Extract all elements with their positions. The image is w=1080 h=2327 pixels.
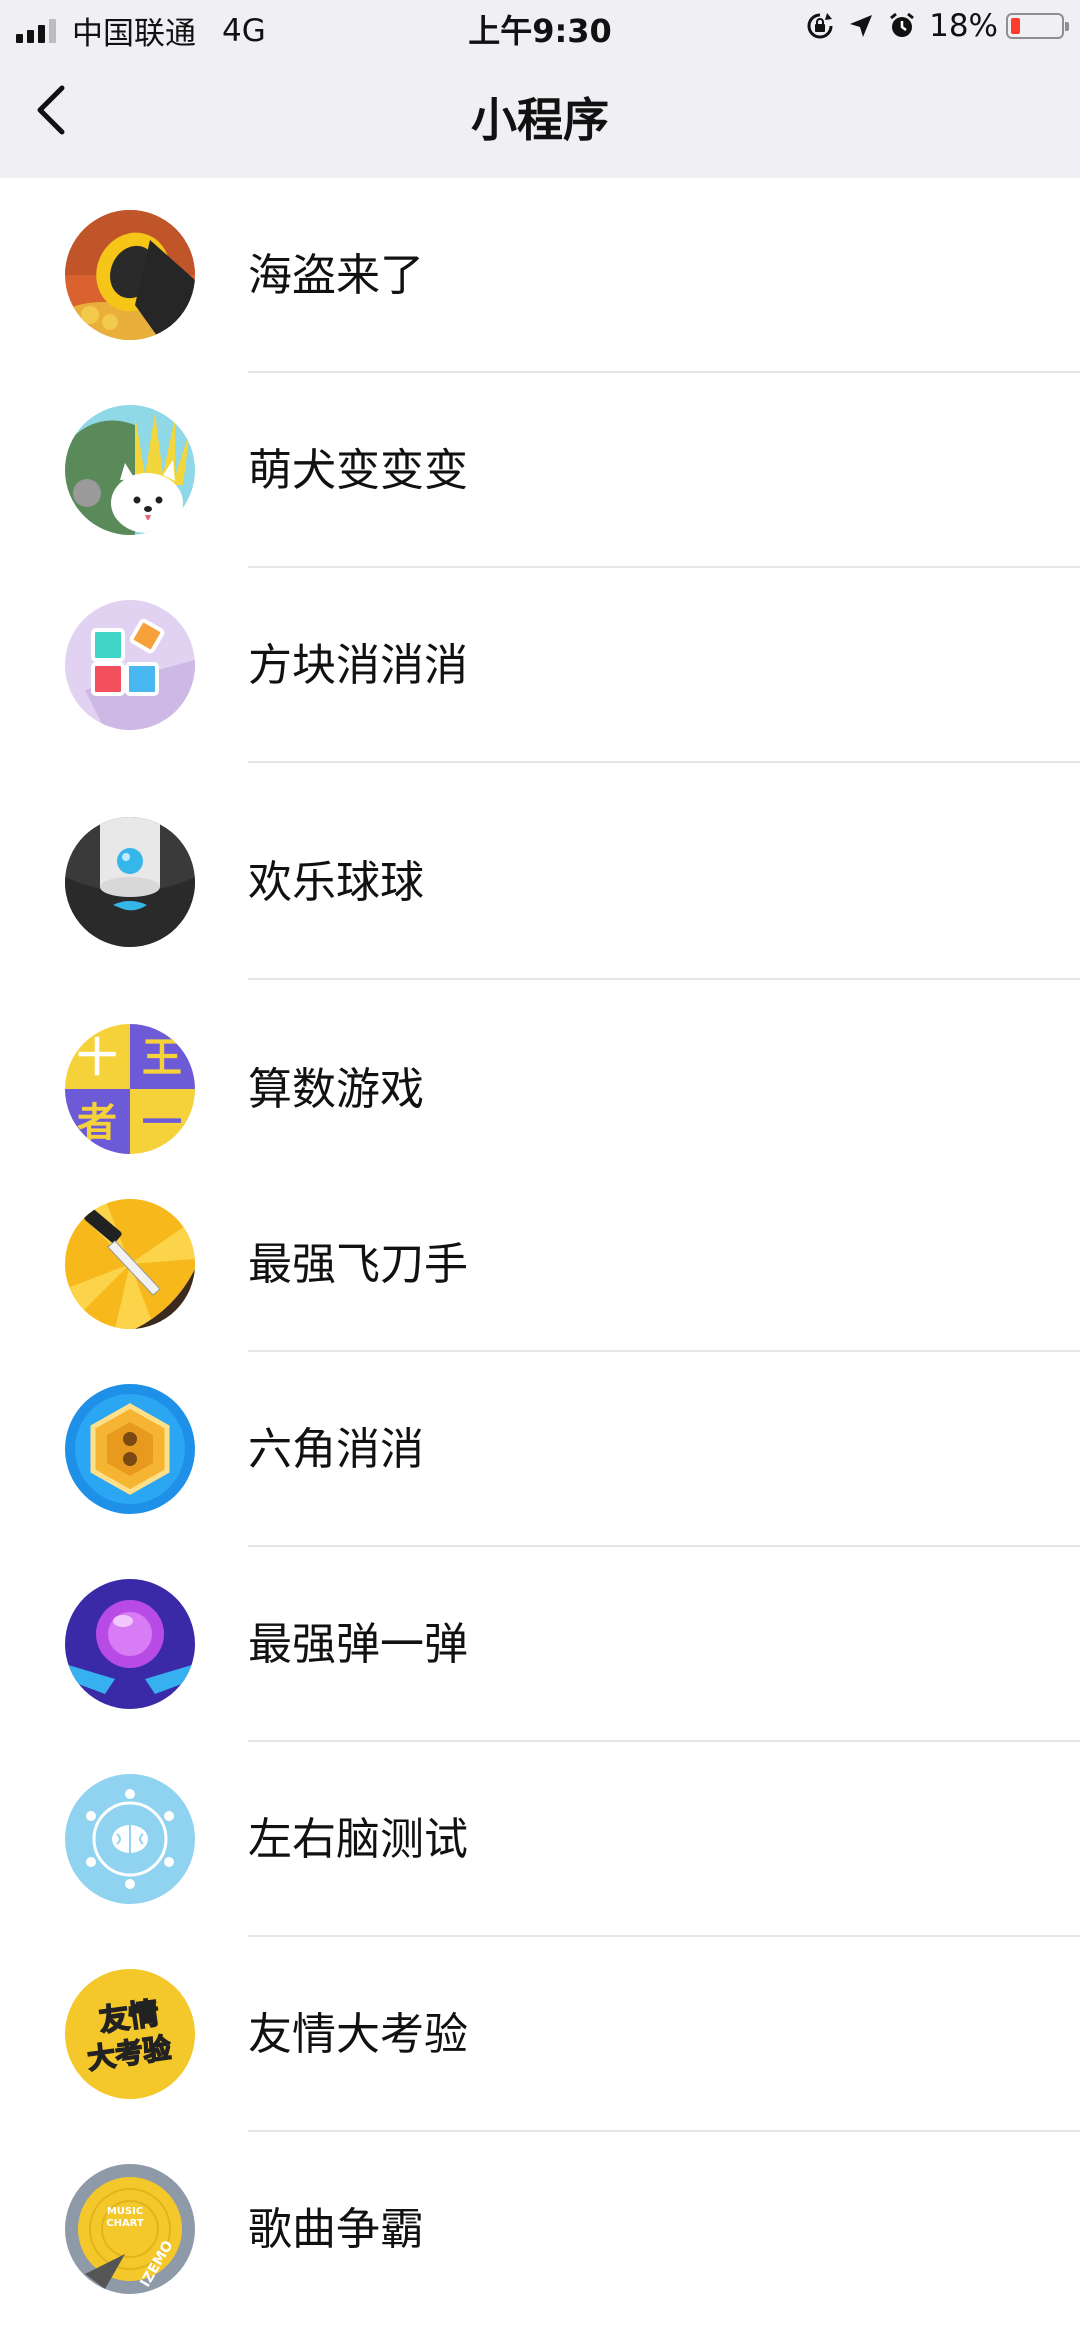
location-icon: [850, 15, 873, 37]
icon-char: 者: [77, 1100, 117, 1146]
list-item[interactable]: 六角消消: [0, 1352, 1080, 1547]
list-item[interactable]: 萌犬变变变: [0, 373, 1080, 568]
alarm-icon: [890, 12, 915, 37]
item-label: 算数游戏: [248, 1064, 424, 1115]
music-disc-icon: MUSIC CHART IZEMO: [65, 2164, 195, 2294]
list-item[interactable]: 海盗来了: [0, 178, 1080, 373]
hexagon-icon: [65, 1384, 195, 1514]
list-item[interactable]: 方块消消消: [0, 568, 1080, 763]
battery-icon: [1006, 13, 1069, 39]
mini-program-list: 海盗来了 萌犬变变变 方块消消消 欢乐球球 十 王 者 一 算数游戏 最强飞刀手…: [0, 178, 1080, 2327]
item-label: 欢乐球球: [248, 857, 424, 908]
math-game-icon: 十 王 者 一: [65, 1024, 195, 1154]
icon-char: 一: [142, 1100, 182, 1146]
cute-dog-icon: [65, 405, 195, 535]
icon-text: MUSIC: [107, 2206, 143, 2217]
bouncing-ball-icon: [65, 817, 195, 947]
list-item[interactable]: MUSIC CHART IZEMO 歌曲争霸: [0, 2132, 1080, 2327]
item-label: 六角消消: [248, 1424, 424, 1475]
list-item[interactable]: 左右脑测试: [0, 1742, 1080, 1937]
status-right: 18%: [805, 8, 1069, 44]
divider: [248, 978, 1080, 980]
color-blocks-icon: [65, 600, 195, 730]
item-label: 左右脑测试: [248, 1814, 468, 1865]
list-item[interactable]: 最强飞刀手: [0, 1177, 1080, 1352]
top-bar: 中国联通 4G 上午9:30 18% 小程序: [0, 0, 1080, 178]
brain-test-icon: [65, 1774, 195, 1904]
item-label: 方块消消消: [248, 640, 468, 691]
friendship-quiz-icon: 友情 大考验: [65, 1969, 195, 2099]
item-label: 友情大考验: [248, 2009, 468, 2060]
pirate-cannon-icon: [65, 210, 195, 340]
item-label: 最强弹一弹: [248, 1619, 468, 1670]
icon-char: 王: [142, 1035, 182, 1081]
list-item[interactable]: 最强弹一弹: [0, 1547, 1080, 1742]
list-item[interactable]: 十 王 者 一 算数游戏: [0, 1002, 1080, 1177]
nav-bar: 小程序: [0, 54, 1080, 178]
icon-char: 十: [77, 1035, 117, 1081]
item-label: 萌犬变变变: [248, 445, 468, 496]
item-label: 最强飞刀手: [248, 1239, 468, 1290]
page-title: 小程序: [471, 93, 609, 147]
icon-text: CHART: [106, 2218, 144, 2229]
item-label: 歌曲争霸: [248, 2204, 424, 2255]
status-bar: 中国联通 4G 上午9:30 18%: [0, 0, 1080, 54]
flying-knife-icon: [65, 1199, 195, 1329]
purple-ball-icon: [65, 1579, 195, 1709]
list-item[interactable]: 欢乐球球: [0, 785, 1080, 980]
rotation-lock-icon: [807, 13, 833, 39]
divider: [248, 761, 1080, 763]
list-item[interactable]: 友情 大考验 友情大考验: [0, 1937, 1080, 2132]
item-label: 海盗来了: [248, 250, 424, 301]
battery-percent: 18%: [929, 8, 998, 44]
battery-fill: [1011, 18, 1020, 34]
